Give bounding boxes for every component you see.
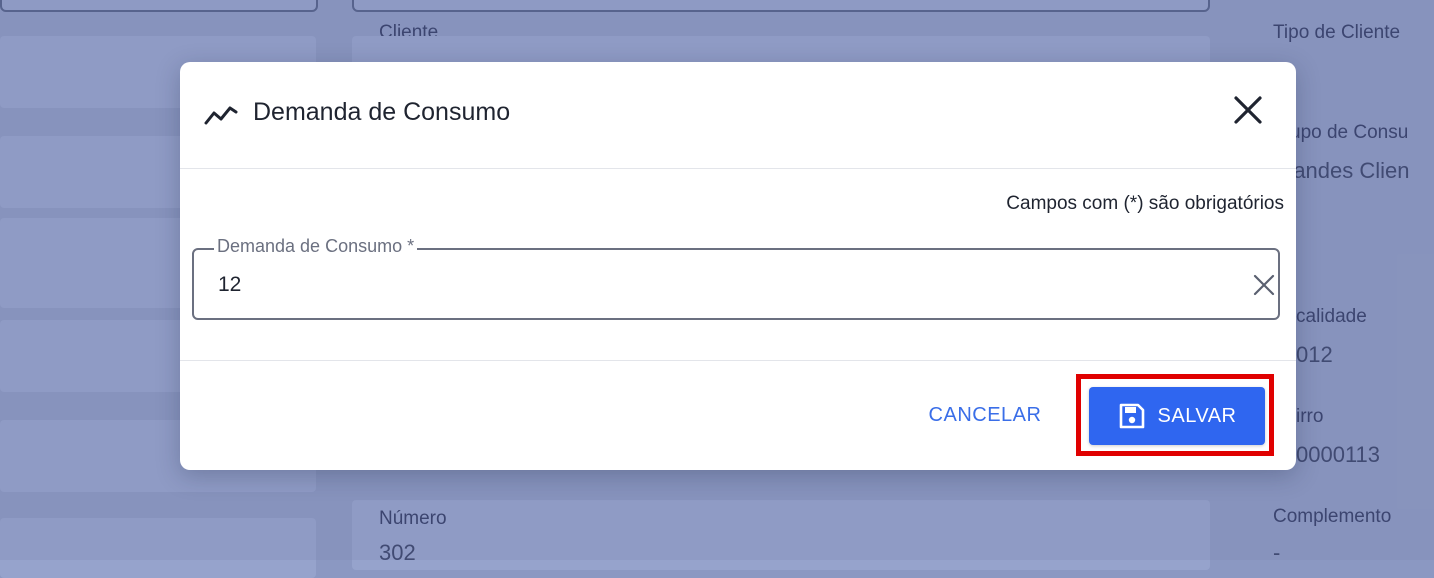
cancel-button[interactable]: CANCELAR xyxy=(914,387,1056,443)
required-fields-note: Campos com (*) são obrigatórios xyxy=(1006,193,1284,214)
demanda-consumo-dialog: Demanda de Consumo Campos com (*) são ob… xyxy=(180,62,1296,470)
dialog-footer-divider xyxy=(180,360,1296,361)
save-button[interactable]: SALVAR xyxy=(1089,387,1265,445)
demanda-consumo-field: Demanda de Consumo * xyxy=(192,236,1280,320)
save-button-label: SALVAR xyxy=(1157,404,1237,427)
dialog-title: Demanda de Consumo xyxy=(253,98,511,126)
clear-icon[interactable] xyxy=(1252,273,1276,297)
demanda-consumo-input[interactable] xyxy=(218,270,1218,300)
dialog-header: Demanda de Consumo xyxy=(180,62,1296,169)
close-icon[interactable] xyxy=(1230,92,1266,128)
trending-line-icon xyxy=(204,106,238,125)
floppy-disk-icon xyxy=(1119,403,1144,429)
demanda-consumo-label: Demanda de Consumo * xyxy=(214,236,418,257)
cancel-button-label: CANCELAR xyxy=(928,403,1042,426)
